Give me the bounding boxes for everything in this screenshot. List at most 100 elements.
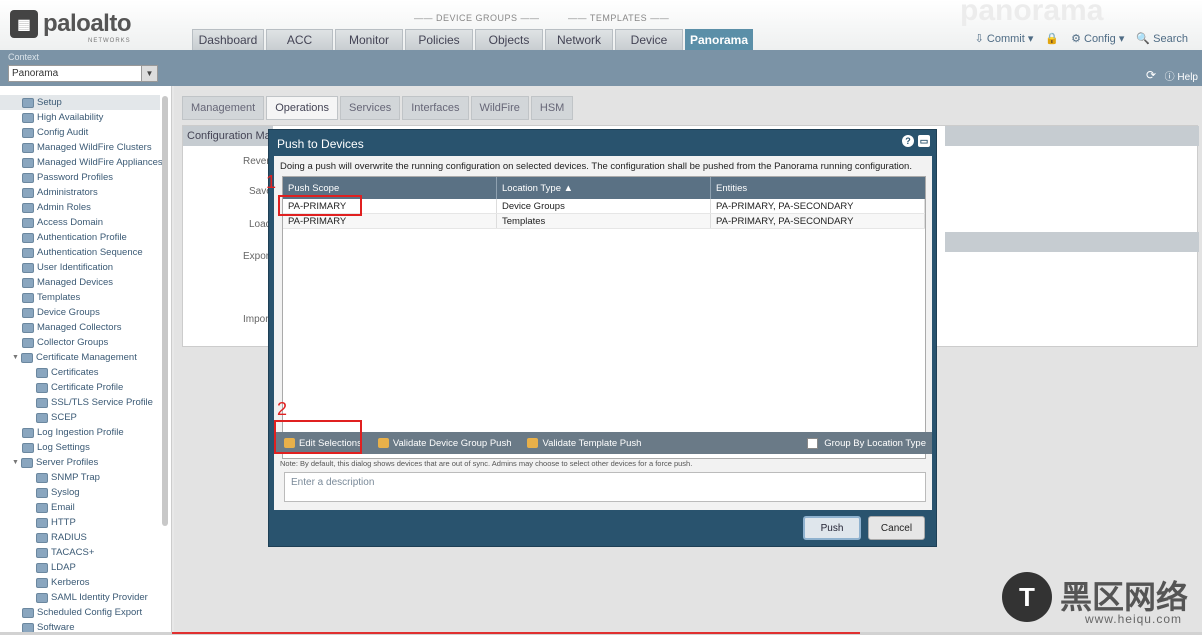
sidebar-item[interactable]: Syslog xyxy=(0,485,171,500)
item-icon xyxy=(22,97,34,108)
validate-icon xyxy=(527,438,539,448)
sidebar-item[interactable]: Admin Roles xyxy=(0,200,171,215)
sidebar-item[interactable]: Device Groups xyxy=(0,305,171,320)
item-icon xyxy=(36,592,48,603)
sidebar-item[interactable]: High Availability xyxy=(0,110,171,125)
sidebar-item-label: Password Profiles xyxy=(37,172,114,183)
col-location-type[interactable]: Location Type ▲ xyxy=(497,177,711,199)
sidebar-item[interactable]: User Identification xyxy=(0,260,171,275)
sidebar-item[interactable]: Administrators xyxy=(0,185,171,200)
refresh-icon[interactable]: ⟳ xyxy=(1146,68,1156,82)
sidebar-item[interactable]: Managed Collectors xyxy=(0,320,171,335)
tab-panorama[interactable]: Panorama xyxy=(685,29,753,50)
push-to-devices-dialog: Push to Devices ? ▭ Doing a push will ov… xyxy=(268,129,937,547)
sidebar-item[interactable]: Managed WildFire Clusters xyxy=(0,140,171,155)
subtab-services[interactable]: Services xyxy=(340,96,401,120)
sidebar-item[interactable]: Log Settings xyxy=(0,440,171,455)
sidebar-item[interactable]: SCEP xyxy=(0,410,171,425)
tab-monitor[interactable]: Monitor xyxy=(335,29,403,50)
sidebar-item[interactable]: Authentication Sequence xyxy=(0,245,171,260)
subtab-hsm[interactable]: HSM xyxy=(530,96,574,120)
subtab-interfaces[interactable]: Interfaces xyxy=(402,96,469,120)
table-header: Push Scope Location Type ▲ Entities xyxy=(283,177,925,199)
sidebar-item[interactable]: Collector Groups xyxy=(0,335,171,350)
item-icon xyxy=(22,277,34,288)
sidebar-item[interactable]: Kerberos xyxy=(0,575,171,590)
sidebar-item[interactable]: LDAP xyxy=(0,560,171,575)
sidebar: Setup High Availability Config Audit Manage… xyxy=(0,86,172,635)
maximize-icon[interactable]: ▭ xyxy=(918,135,930,147)
item-icon xyxy=(22,292,34,303)
search-link[interactable]: 🔍 Search xyxy=(1136,32,1188,45)
help-link[interactable]: ⓘ Help xyxy=(1165,68,1198,83)
sidebar-item-label: SCEP xyxy=(51,412,77,423)
sidebar-item[interactable]: SSL/TLS Service Profile xyxy=(0,395,171,410)
sidebar-scrollbar[interactable] xyxy=(162,96,168,526)
sidebar-item-label: Syslog xyxy=(51,487,80,498)
item-icon xyxy=(22,217,34,228)
main-tabs: Dashboard ACC Monitor Policies Objects N… xyxy=(192,29,753,50)
sidebar-item[interactable]: TACACS+ xyxy=(0,545,171,560)
subtab-wildfire[interactable]: WildFire xyxy=(470,96,529,120)
description-input[interactable]: Enter a description xyxy=(284,472,926,502)
sidebar-item[interactable]: Email xyxy=(0,500,171,515)
top-bar: ▦ paloalto NETWORKS panorama —— DEVICE G… xyxy=(0,0,1202,50)
sidebar-item[interactable]: Authentication Profile xyxy=(0,230,171,245)
sidebar-item[interactable]: Config Audit xyxy=(0,125,171,140)
sidebar-item[interactable]: ▼ Certificate Management xyxy=(0,350,171,365)
tab-policies[interactable]: Policies xyxy=(405,29,473,50)
help-icon[interactable]: ? xyxy=(902,135,914,147)
group-by-location-toggle[interactable]: Group By Location Type xyxy=(807,437,926,449)
sidebar-item-label: Email xyxy=(51,502,75,513)
push-scope-table: Push Scope Location Type ▲ Entities PA-P… xyxy=(282,176,926,459)
commit-link[interactable]: ⇩ Commit ▾ xyxy=(975,32,1034,45)
subtab-management[interactable]: Management xyxy=(182,96,265,120)
context-bar: Context Panorama ▼ ⟳ ⓘ Help xyxy=(0,50,1202,86)
item-icon xyxy=(36,472,48,483)
sidebar-item-label: Managed WildFire Appliances xyxy=(37,157,163,168)
sidebar-item[interactable]: Password Profiles xyxy=(0,170,171,185)
config-link[interactable]: ⚙ Config ▾ xyxy=(1071,32,1124,45)
tab-dashboard[interactable]: Dashboard xyxy=(192,29,264,50)
sidebar-item-label: Managed WildFire Clusters xyxy=(37,142,152,153)
col-entities[interactable]: Entities xyxy=(711,177,925,199)
sidebar-item-label: Admin Roles xyxy=(37,202,91,213)
sidebar-item[interactable]: Managed WildFire Appliances xyxy=(0,155,171,170)
item-icon xyxy=(22,442,34,453)
context-select[interactable]: Panorama ▼ xyxy=(8,65,158,82)
sidebar-item[interactable]: SAML Identity Provider xyxy=(0,590,171,605)
sidebar-item[interactable]: Log Ingestion Profile xyxy=(0,425,171,440)
sidebar-item-label: Device Groups xyxy=(37,307,100,318)
group-by-checkbox[interactable] xyxy=(807,437,819,449)
item-icon xyxy=(22,427,34,438)
table-row[interactable]: PA-PRIMARY Templates PA-PRIMARY, PA-SECO… xyxy=(283,214,925,229)
sidebar-item[interactable]: Certificates xyxy=(0,365,171,380)
tab-objects[interactable]: Objects xyxy=(475,29,543,50)
expand-icon[interactable]: ▼ xyxy=(12,459,21,466)
sidebar-item[interactable]: RADIUS xyxy=(0,530,171,545)
expand-icon[interactable]: ▼ xyxy=(12,354,21,361)
sidebar-item-label: High Availability xyxy=(37,112,104,123)
item-icon xyxy=(21,457,33,468)
push-button[interactable]: Push xyxy=(803,516,861,540)
cancel-button[interactable]: Cancel xyxy=(868,516,925,540)
table-row[interactable]: PA-PRIMARY Device Groups PA-PRIMARY, PA-… xyxy=(283,199,925,214)
tab-device[interactable]: Device xyxy=(615,29,683,50)
sidebar-item[interactable]: ▼ Server Profiles xyxy=(0,455,171,470)
validate-template-push-button[interactable]: Validate Template Push xyxy=(521,438,647,449)
subtab-operations[interactable]: Operations xyxy=(266,96,339,120)
sidebar-item[interactable]: Templates xyxy=(0,290,171,305)
sidebar-item[interactable]: Certificate Profile xyxy=(0,380,171,395)
tab-network[interactable]: Network xyxy=(545,29,613,50)
sidebar-item[interactable]: Setup xyxy=(0,95,160,110)
sidebar-item[interactable]: SNMP Trap xyxy=(0,470,171,485)
sidebar-item[interactable]: Scheduled Config Export xyxy=(0,605,171,620)
tab-acc[interactable]: ACC xyxy=(266,29,333,50)
sidebar-item[interactable]: Managed Devices xyxy=(0,275,171,290)
item-icon xyxy=(36,532,48,543)
sidebar-item-label: Managed Devices xyxy=(37,277,114,288)
sidebar-item[interactable]: HTTP xyxy=(0,515,171,530)
sidebar-item[interactable]: Access Domain xyxy=(0,215,171,230)
lock-icon[interactable]: 🔒 xyxy=(1045,32,1059,45)
validate-device-group-push-button[interactable]: Validate Device Group Push xyxy=(372,438,518,449)
